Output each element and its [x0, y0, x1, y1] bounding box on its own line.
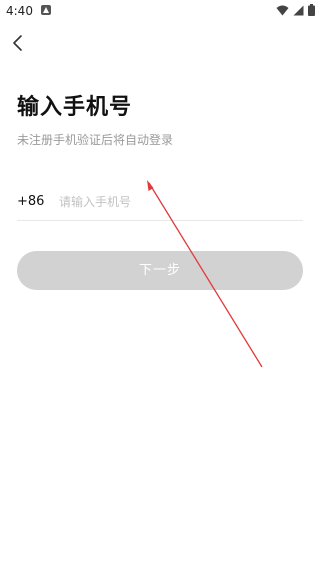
page-subtitle: 未注册手机验证后将自动登录: [17, 133, 174, 147]
chevron-left-icon: [8, 35, 28, 57]
status-bar: 4:40: [0, 0, 320, 22]
status-indicators: [276, 3, 315, 16]
login-phone-screen: 4:40 输入手机号 未注册手机验证后将自动登录 +86 请输入手机号 下一步: [0, 0, 320, 568]
notification-app-icon: [41, 5, 51, 15]
wifi-icon: [276, 1, 289, 20]
phone-input-row: +86: [17, 187, 303, 221]
back-button[interactable]: [8, 33, 28, 53]
battery-icon: [308, 1, 315, 20]
next-button[interactable]: 下一步: [17, 251, 303, 290]
signal-icon: [293, 1, 304, 20]
country-code[interactable]: +86: [17, 193, 44, 211]
page-title: 输入手机号: [17, 95, 133, 120]
phone-input[interactable]: [59, 190, 289, 214]
status-time: 4:40: [6, 4, 33, 18]
